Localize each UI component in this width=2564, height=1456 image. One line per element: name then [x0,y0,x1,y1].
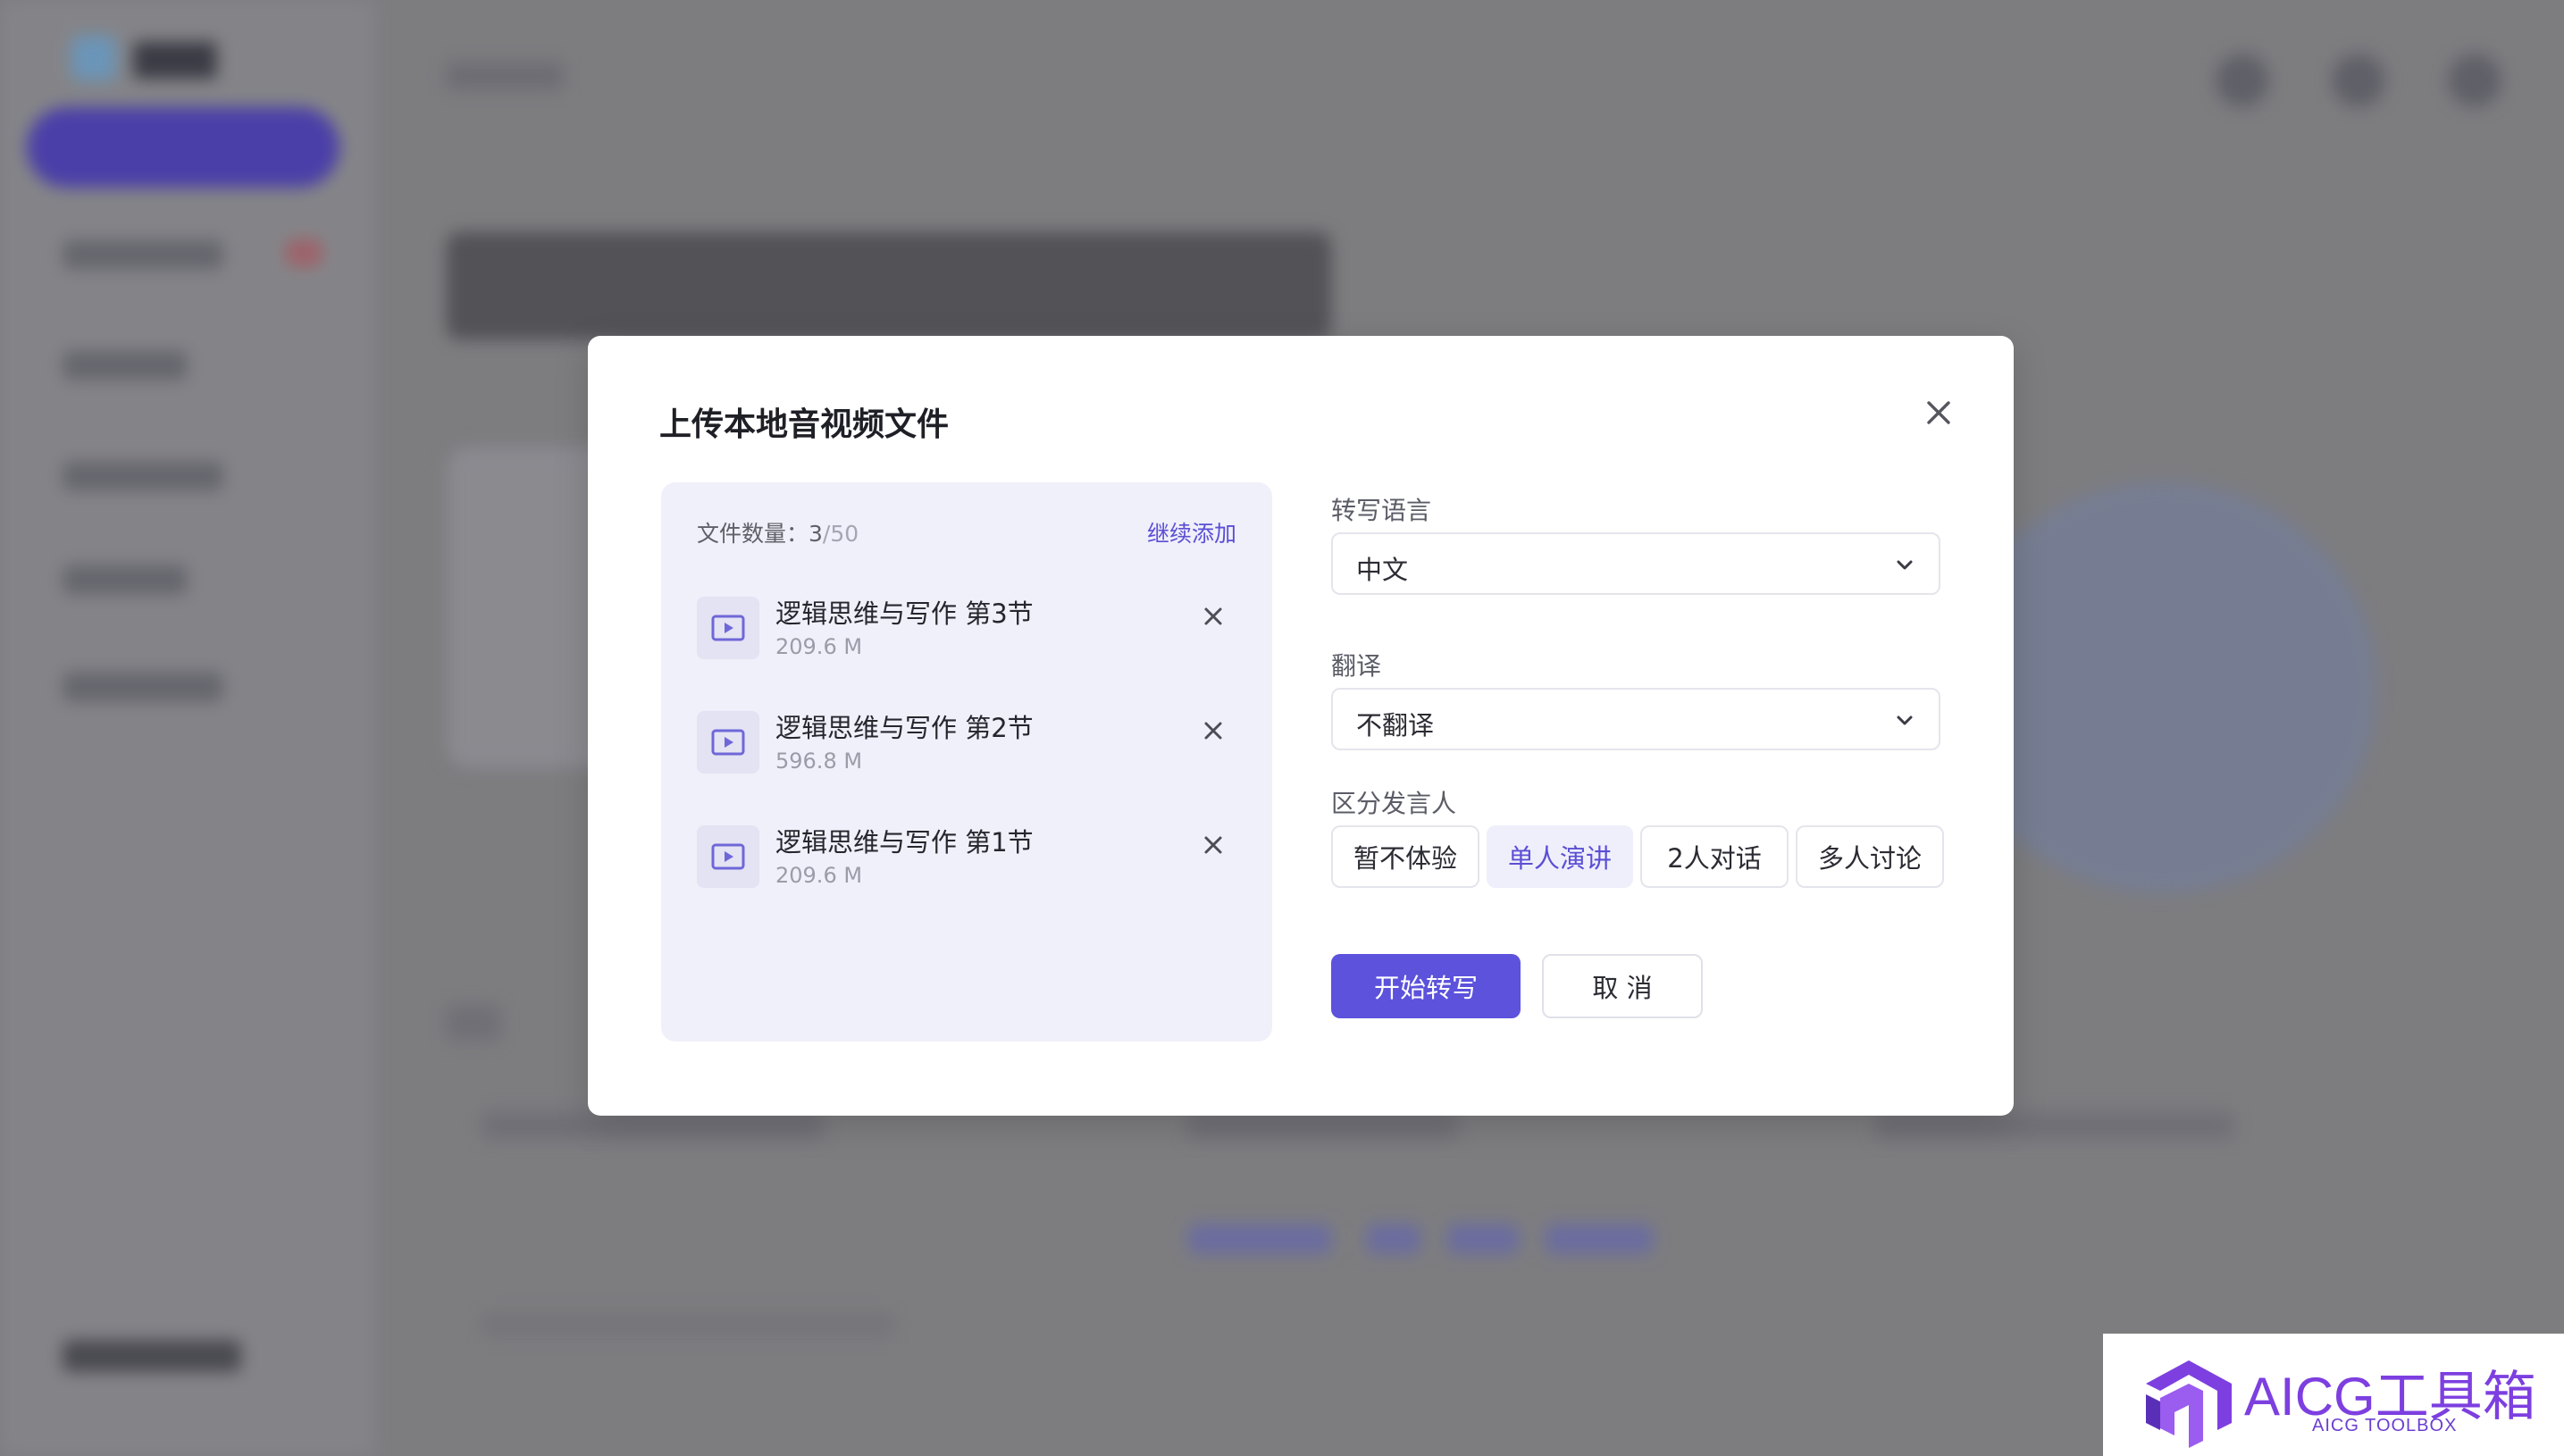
language-label: 转写语言 [1331,496,1432,525]
background-row [1188,1112,1456,1139]
background-nav-badge [286,239,322,266]
start-transcribe-button[interactable]: 开始转写 [1331,954,1521,1018]
background-row [447,1005,500,1041]
close-icon [1204,836,1222,854]
background-nav-item [63,672,223,702]
background-tag [1447,1224,1519,1254]
file-count: 文件数量：3/50 [697,516,859,548]
chevron-down-icon [1897,560,1913,570]
translate-select-value: 不翻译 [1356,710,1435,741]
file-item: 逻辑思维与写作 第3节 209.6 M [697,584,1242,665]
background-top-icons [2216,54,2501,107]
file-item: 逻辑思维与写作 第1节 209.6 M [697,813,1242,893]
add-more-link[interactable]: 继续添加 [1147,516,1236,548]
file-count-total: /50 [822,521,859,547]
remove-file-button[interactable] [1194,711,1233,750]
background-nav-item [63,461,223,491]
speaker-options: 暂不体验 单人演讲 2人对话 多人讨论 [1331,825,1944,888]
remove-file-button[interactable] [1194,597,1233,636]
video-file-icon [697,711,759,774]
background-breadcrumb [447,63,563,89]
close-button[interactable] [1914,388,1964,438]
file-count-label: 文件数量： [697,521,809,547]
video-file-icon [697,825,759,888]
watermark-logo-icon [2146,1360,2232,1448]
file-size: 209.6 M [775,863,863,888]
speaker-option-two[interactable]: 2人对话 [1640,825,1789,888]
speaker-option-multi[interactable]: 多人讨论 [1796,825,1944,888]
background-nav-item [63,565,188,595]
dialog-title: 上传本地音视频文件 [659,406,950,443]
watermark-subtext: AICG TOOLBOX [2312,1416,2458,1435]
close-icon [1927,401,1950,424]
background-tag [1546,1224,1653,1254]
language-select-value: 中文 [1356,555,1409,585]
background-heading [447,232,1331,339]
file-item: 逻辑思维与写作 第2节 596.8 M [697,699,1242,779]
file-name: 逻辑思维与写作 第3节 [775,598,1034,629]
translate-select[interactable]: 不翻译 [1331,688,1940,750]
chevron-down-icon [1897,715,1913,725]
background-row [1876,1112,2233,1139]
background-primary-button [27,107,339,188]
translate-label: 翻译 [1331,651,1382,681]
close-icon [1204,607,1222,625]
close-icon [1204,722,1222,740]
background-row [482,1112,822,1139]
background-sidebar [0,0,375,1456]
speaker-label: 区分发言人 [1331,789,1457,818]
cancel-button[interactable]: 取 消 [1542,954,1703,1018]
file-name: 逻辑思维与写作 第2节 [775,713,1034,743]
background-tag [1367,1224,1420,1254]
video-file-icon [697,597,759,659]
speaker-option-none[interactable]: 暂不体验 [1331,825,1479,888]
speaker-option-single[interactable]: 单人演讲 [1487,825,1633,888]
file-list-panel: 文件数量：3/50 继续添加 逻辑思维与写作 第3节 209.6 M 逻辑思维与… [661,482,1272,1042]
file-count-current: 3 [809,521,823,547]
file-size: 209.6 M [775,634,863,659]
background-nav-item [63,350,188,381]
background-row [482,1313,893,1336]
background-nav-item [63,239,223,270]
language-select[interactable]: 中文 [1331,532,1940,595]
upload-dialog: 上传本地音视频文件 文件数量：3/50 继续添加 逻辑思维与写作 第3节 209… [588,336,2014,1116]
file-size: 596.8 M [775,749,863,774]
background-logo: ▇▇▇ [71,36,295,80]
background-footer [63,1340,241,1372]
remove-file-button[interactable] [1194,825,1233,865]
watermark: AICG工具箱 AICG TOOLBOX [2103,1334,2564,1456]
file-name: 逻辑思维与写作 第1节 [775,827,1034,858]
background-tag [1188,1224,1331,1254]
